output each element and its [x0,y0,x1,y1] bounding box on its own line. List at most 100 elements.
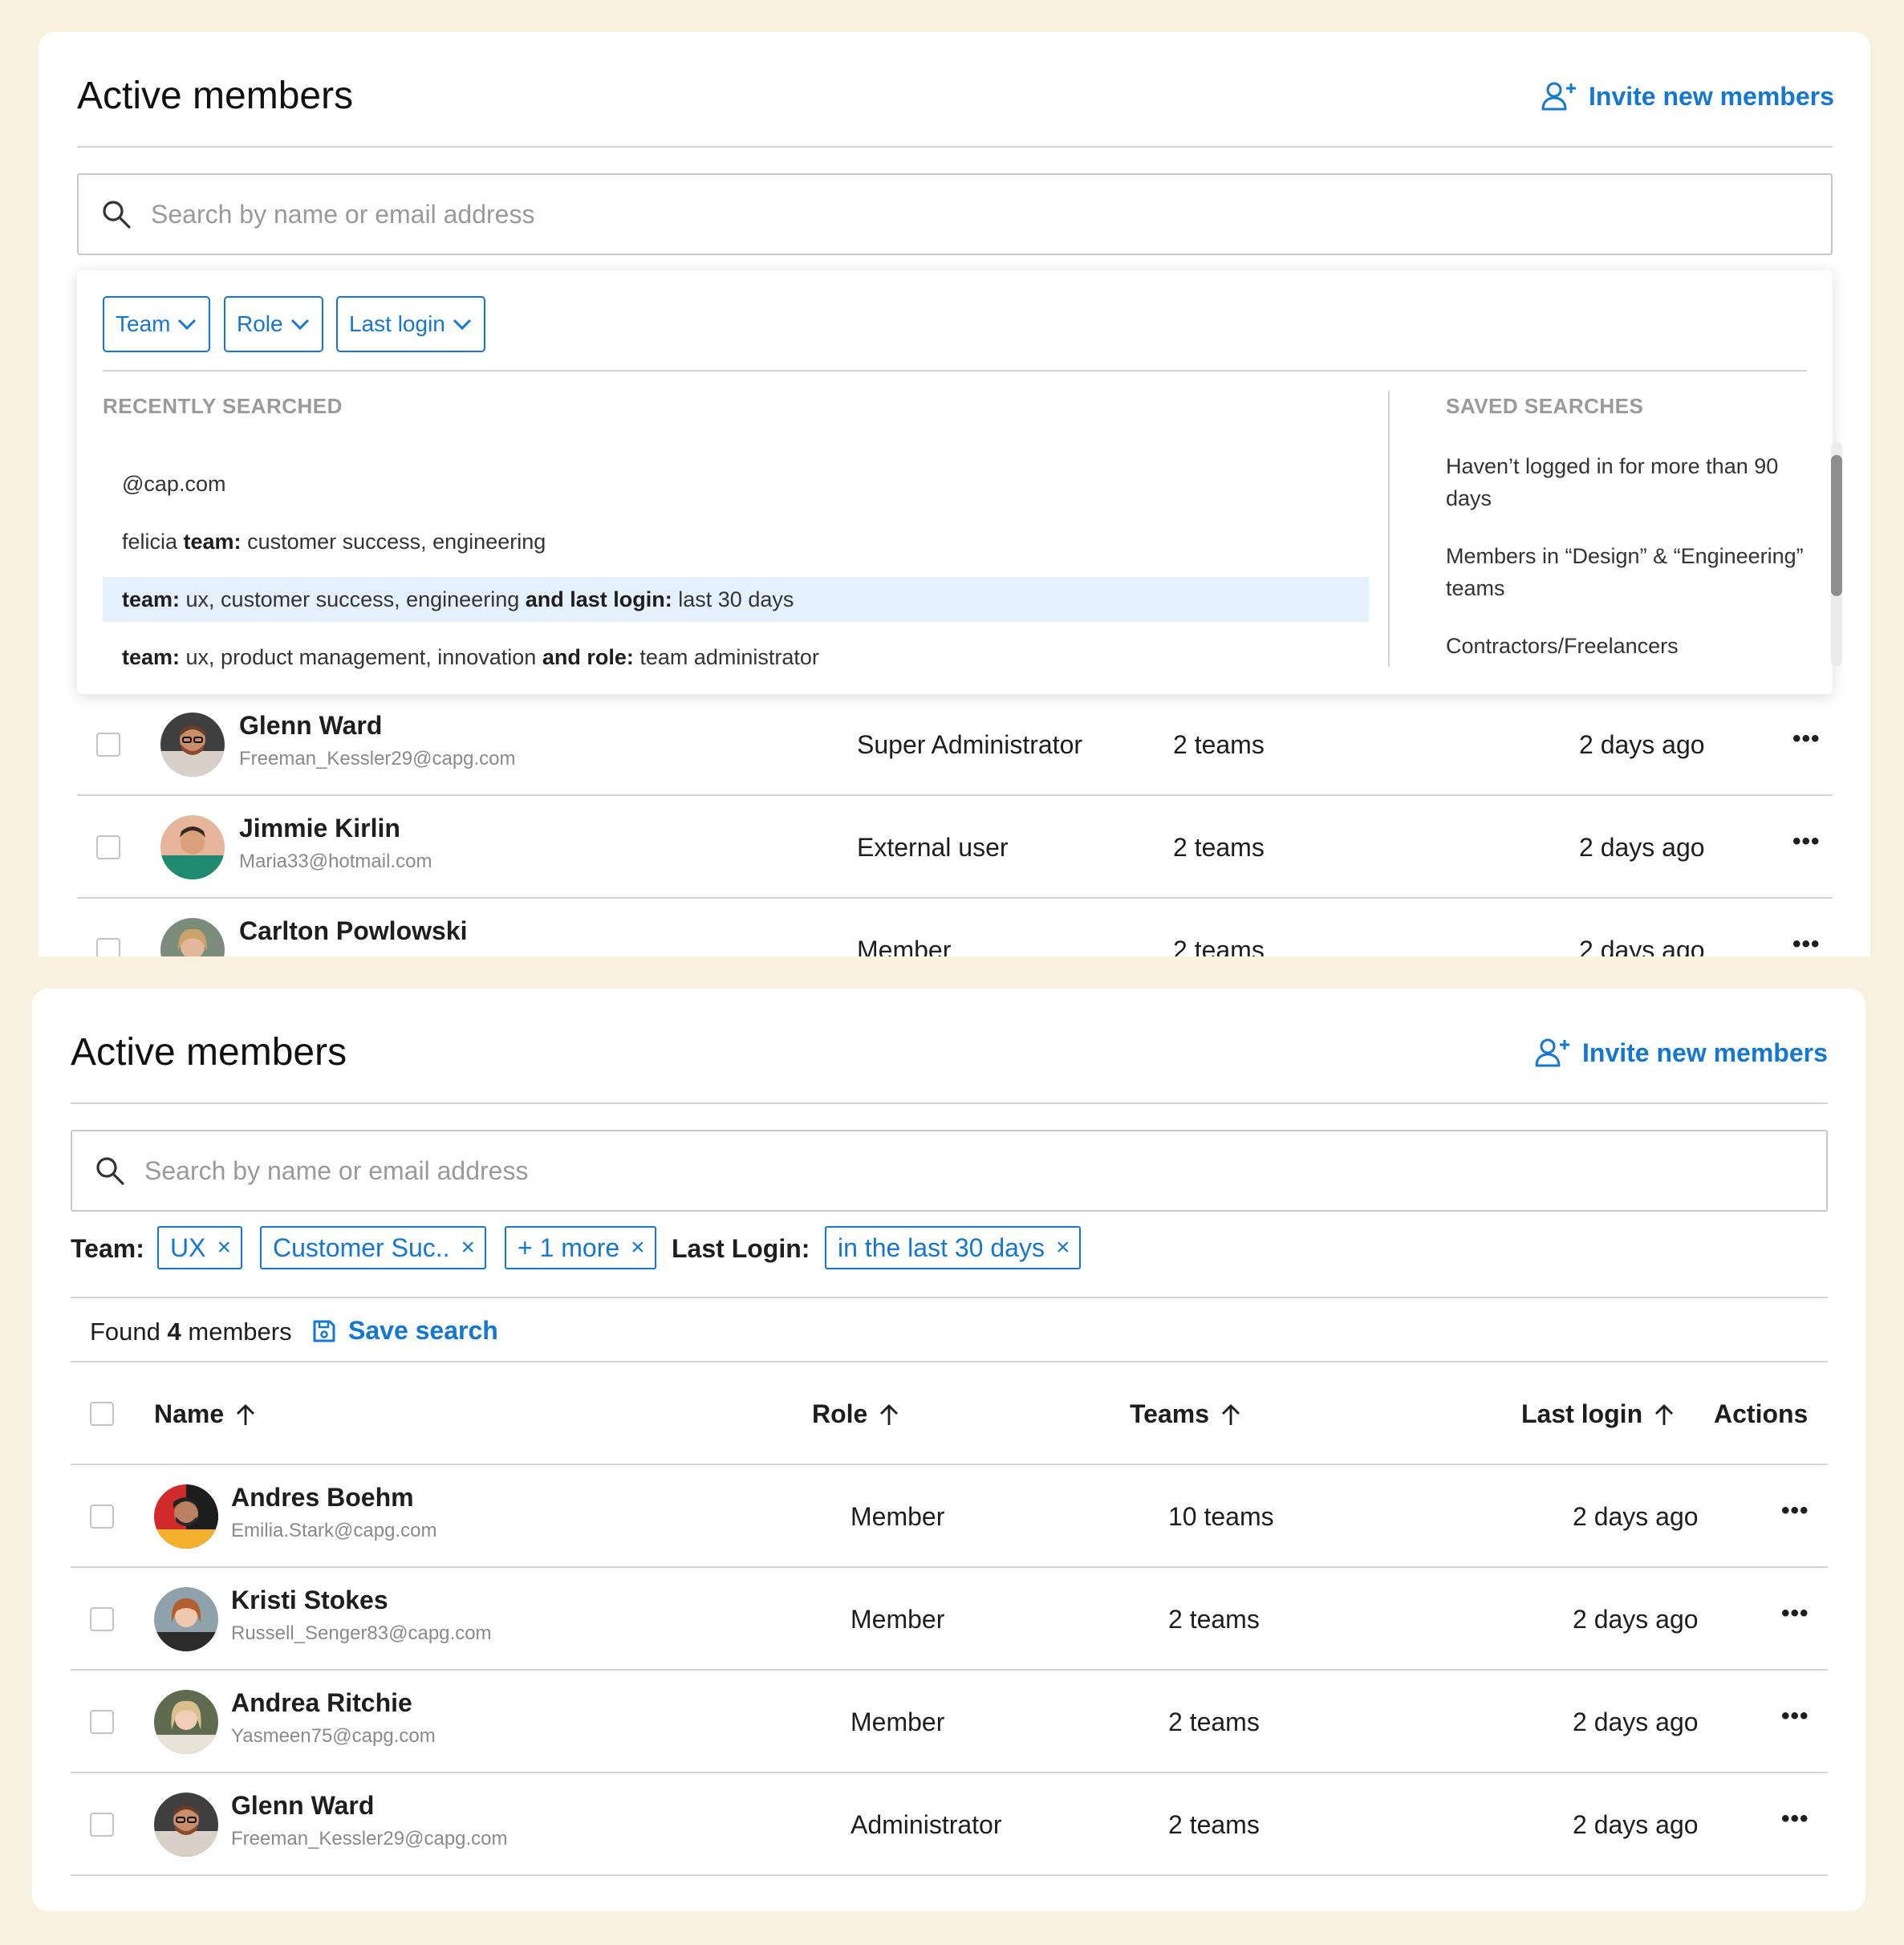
results-suffix: members [181,1318,292,1346]
filter-chip-ux[interactable]: UX × [157,1226,242,1269]
column-header-role[interactable]: Role [812,1399,899,1429]
filter-chip-last-login[interactable]: in the last 30 days × [825,1226,1082,1269]
search-keyword: team: [122,644,181,669]
search-input[interactable] [144,1155,1669,1186]
avatar [160,713,225,777]
chevron-down-icon [453,319,471,331]
member-role: Member [851,1707,945,1736]
member-last-login: 2 days ago [1573,1502,1699,1531]
remove-chip-icon[interactable]: × [1056,1236,1070,1260]
more-actions-icon[interactable]: ••• [1781,1600,1809,1627]
recent-search-item[interactable]: felicia team: customer success, engineer… [103,519,1369,564]
table-row[interactable]: Carlton Powlowski Member 2 teams 2 days … [77,899,1833,956]
filter-label: Team [116,311,171,336]
table-row[interactable]: Glenn Ward Freeman_Kessler29@capg.com Su… [77,693,1833,796]
member-role: Super Administrator [857,730,1083,759]
row-checkbox[interactable] [96,733,120,757]
member-email: Russell_Senger83@capg.com [231,1622,492,1644]
row-checkbox[interactable] [90,1813,114,1837]
more-actions-icon[interactable]: ••• [1792,828,1821,855]
select-all-checkbox[interactable] [90,1402,114,1426]
save-search-label: Save search [348,1316,498,1345]
remove-chip-icon[interactable]: × [217,1236,231,1260]
saved-search-item[interactable]: Contractors/Freelancers [1446,630,1815,662]
column-label: Actions [1714,1399,1809,1428]
more-actions-icon[interactable]: ••• [1781,1703,1809,1730]
row-checkbox[interactable] [96,835,120,859]
avatar [154,1690,218,1754]
more-actions-icon[interactable]: ••• [1792,931,1821,956]
row-checkbox[interactable] [96,938,120,956]
filter-label: Last login [349,311,445,336]
chevron-down-icon [290,319,309,331]
filter-team-button[interactable]: Team [103,296,211,352]
filter-role-button[interactable]: Role [224,296,323,352]
remove-chip-icon[interactable]: × [631,1236,645,1260]
row-checkbox[interactable] [90,1607,114,1631]
saved-search-item[interactable]: Haven’t logged in for more than 90 days [1446,450,1815,514]
member-name[interactable]: Carlton Powlowski [239,916,467,946]
column-label: Role [812,1399,868,1428]
search-bar [71,1130,1828,1212]
invite-new-members-button[interactable]: Invite new members [1541,80,1834,112]
saved-search-item[interactable]: Members in “Design” & “Engineering” team… [1446,540,1815,604]
column-header-last-login[interactable]: Last login [1521,1399,1675,1429]
saved-searches-scrollbar-thumb[interactable] [1831,455,1842,596]
column-header-actions: Actions [1714,1399,1808,1429]
team-filter-label: Team: [71,1234,144,1263]
table-row[interactable]: Jimmie Kirlin Maria33@hotmail.com Extern… [77,796,1833,899]
member-email: Yasmeen75@capg.com [231,1725,436,1747]
arrow-up-icon [1655,1403,1674,1425]
invite-new-members-button[interactable]: Invite new members [1534,1037,1828,1069]
page-title: Active members [77,75,354,117]
member-teams: 2 teams [1168,1810,1260,1839]
search-input[interactable] [151,199,1675,229]
arrow-up-icon [880,1403,899,1425]
search-text: @cap.com [122,471,226,496]
more-actions-icon[interactable]: ••• [1781,1497,1809,1525]
invite-label: Invite new members [1589,81,1834,111]
filter-last-login-button[interactable]: Last login [336,296,485,352]
chip-label: in the last 30 days [838,1232,1045,1262]
search-text: customer success, engineering [241,529,546,554]
column-header-teams[interactable]: Teams [1130,1399,1241,1429]
search-text: felicia [122,529,184,554]
member-name[interactable]: Andres Boehm [231,1483,414,1513]
search-text: ux, product management, innovation [180,644,542,669]
search-keyword: team: [122,587,181,611]
member-role: Member [857,936,952,956]
members-panel-results: Active members Invite new members Team: … [32,989,1865,1911]
recent-search-item[interactable]: team: ux, customer success, engineering … [103,577,1369,622]
row-checkbox[interactable] [90,1504,114,1529]
table-row[interactable]: Andrea Ritchie Yasmeen75@capg.com Member… [71,1671,1828,1773]
more-actions-icon[interactable]: ••• [1781,1805,1809,1833]
user-plus-icon [1535,1038,1569,1067]
member-last-login: 2 days ago [1579,936,1705,956]
table-row[interactable]: Kristi Stokes Russell_Senger83@capg.com … [71,1568,1828,1671]
column-header-name[interactable]: Name [154,1399,256,1429]
table-row[interactable]: Andres Boehm Emilia.Stark@capg.com Membe… [71,1465,1828,1568]
member-name[interactable]: Andrea Ritchie [231,1688,412,1718]
save-search-button[interactable]: Save search [311,1316,498,1346]
row-checkbox[interactable] [90,1710,114,1734]
member-name[interactable]: Jimmie Kirlin [239,814,400,843]
remove-chip-icon[interactable]: × [461,1236,476,1260]
member-email: Maria33@hotmail.com [239,851,432,872]
more-actions-icon[interactable]: ••• [1792,725,1821,753]
member-last-login: 2 days ago [1579,730,1705,759]
recent-search-item[interactable]: team: ux, product management, innovation… [103,635,1369,680]
member-name[interactable]: Kristi Stokes [231,1586,388,1615]
filter-chip-more[interactable]: + 1 more × [505,1226,656,1269]
filter-chip-customer-success[interactable]: Customer Suc.. × [260,1226,487,1269]
avatar [160,815,225,879]
chevron-down-icon [178,319,197,331]
avatar [154,1484,218,1549]
member-last-login: 2 days ago [1573,1605,1699,1634]
member-role: Member [851,1502,945,1531]
member-name[interactable]: Glenn Ward [231,1791,374,1821]
member-email: Freeman_Kessler29@capg.com [239,748,516,769]
recent-search-item[interactable]: @cap.com [103,461,1369,506]
dropdown-divider [103,370,1807,372]
table-row[interactable]: Glenn Ward Freeman_Kessler29@capg.com Ad… [71,1773,1828,1876]
member-name[interactable]: Glenn Ward [239,711,382,741]
